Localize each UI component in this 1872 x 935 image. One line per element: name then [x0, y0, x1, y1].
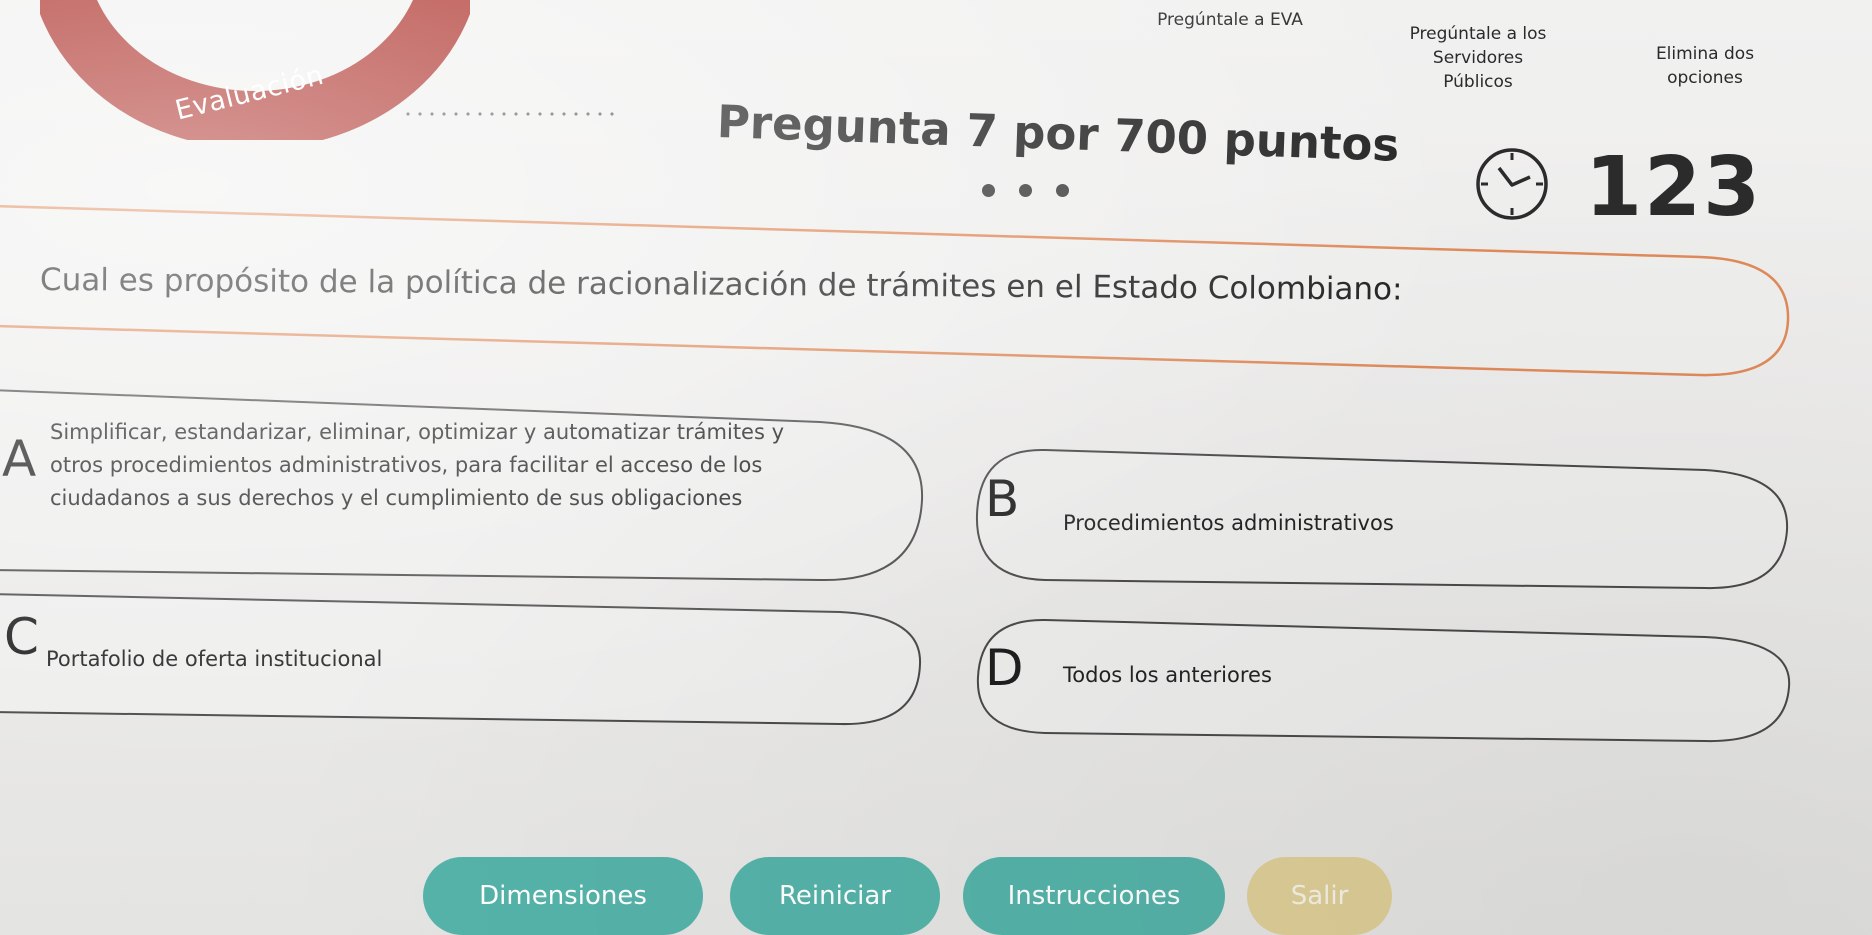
question-text: Cual es propósito de la política de raci…: [39, 262, 1403, 308]
option-c-line-1: Portafolio de oferta institucional: [46, 647, 383, 671]
option-letter: A: [2, 430, 37, 488]
option-b-text: Procedimientos administrativos: [1063, 507, 1394, 540]
lifeline-fifty-fifty[interactable]: Elimina dos opciones: [1630, 42, 1780, 90]
game-screen: Evaluación Pregunta 7 por 700 puntos Pre…: [0, 0, 1872, 935]
lifeline-ask-public-servants[interactable]: Pregúntale a los Servidores Públicos: [1383, 22, 1573, 94]
lifeline-ask-eva-label: Pregúntale a EVA: [1157, 10, 1303, 30]
restart-button[interactable]: Reiniciar: [730, 857, 940, 935]
option-letter: C: [4, 608, 39, 666]
option-letter: B: [985, 470, 1020, 528]
exit-button[interactable]: Salir: [1247, 857, 1392, 935]
answer-option-d[interactable]: D Todos los anteriores: [975, 615, 1795, 745]
option-c-text: Portafolio de oferta institucional: [46, 643, 382, 676]
progress-dot: [1056, 184, 1069, 197]
option-a-line-2: otros procedimientos administrativos, pa…: [50, 453, 763, 477]
lifeline-servants-line-1: Pregúntale a los: [1409, 24, 1547, 44]
answer-option-b[interactable]: B Procedimientos administrativos: [975, 440, 1795, 590]
answer-option-a[interactable]: A Simplificar, estandarizar, eliminar, o…: [0, 389, 940, 590]
evaluation-label: Evaluación: [172, 59, 327, 127]
option-a-line-3: ciudadanos a sus derechos y el cumplimie…: [50, 486, 743, 510]
option-d-text: Todos los anteriores: [1063, 659, 1272, 692]
answer-option-c[interactable]: C Portafolio de oferta institucional: [0, 593, 940, 729]
progress-dots: [982, 184, 1069, 197]
option-a-text: Simplificar, estandarizar, eliminar, opt…: [50, 416, 784, 515]
lifeline-servants-line-2: Servidores: [1432, 48, 1524, 68]
progress-dot: [982, 184, 995, 197]
option-d-line-1: Todos los anteriores: [1063, 663, 1272, 687]
lifeline-servants-line-3: Públicos: [1443, 72, 1513, 92]
option-letter: D: [985, 639, 1024, 697]
evaluation-badge: [40, 0, 470, 140]
instructions-button[interactable]: Instrucciones: [963, 857, 1225, 935]
lifeline-fifty-line-1: Elimina dos: [1655, 44, 1755, 64]
clock-icon: [1476, 148, 1548, 220]
dimensiones-button[interactable]: Dimensiones: [423, 857, 703, 935]
question-number-title: Pregunta 7 por 700 puntos: [716, 95, 1401, 172]
option-a-line-1: Simplificar, estandarizar, eliminar, opt…: [50, 420, 785, 444]
dotted-divider: [402, 112, 617, 116]
timer-countdown: 123: [1585, 140, 1763, 235]
lifeline-ask-eva[interactable]: Pregúntale a EVA: [1140, 8, 1320, 32]
lifeline-fifty-line-2: opciones: [1667, 68, 1743, 88]
option-b-line-1: Procedimientos administrativos: [1063, 511, 1394, 535]
progress-dot: [1019, 184, 1032, 197]
